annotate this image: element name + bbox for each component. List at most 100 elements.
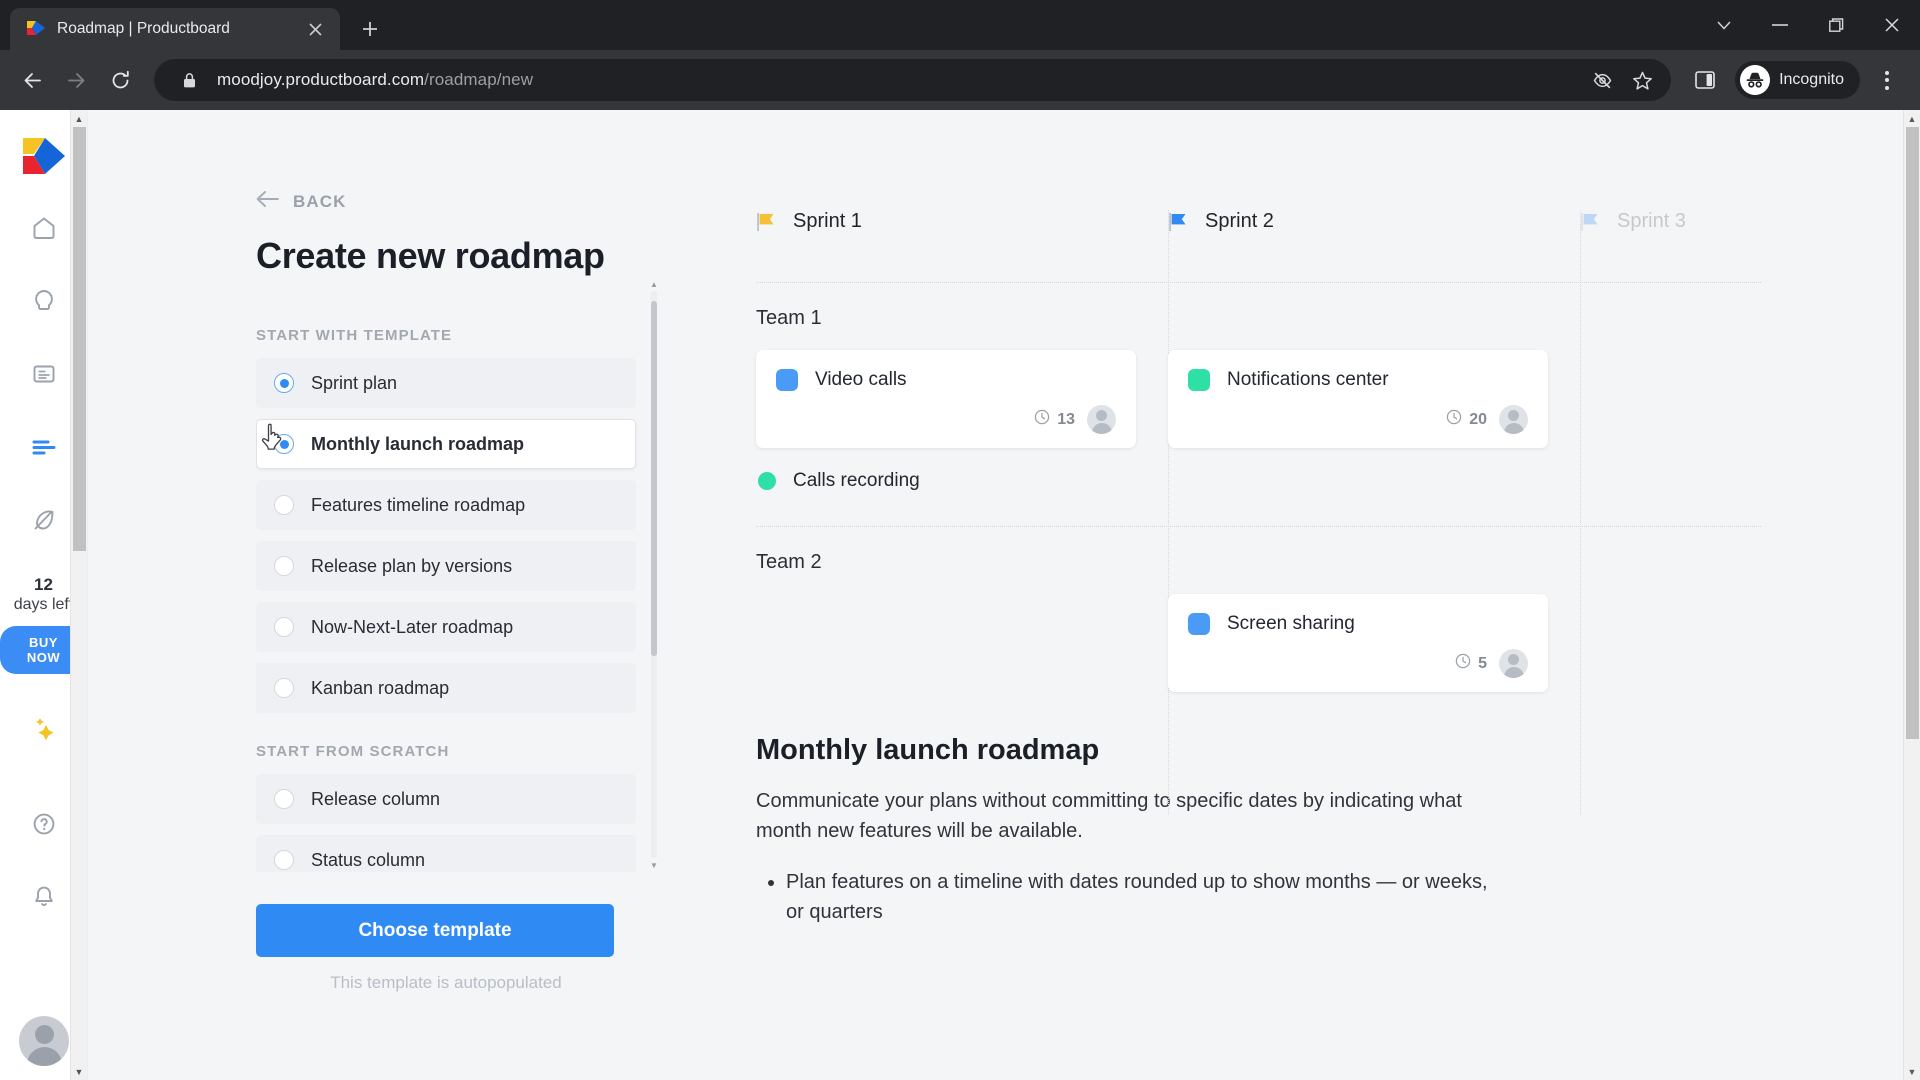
window-controls: [1696, 0, 1920, 50]
sidebar-item-insights[interactable]: [18, 277, 70, 329]
template-option-label: Monthly launch roadmap: [311, 433, 525, 454]
minimize-button[interactable]: [1752, 0, 1808, 50]
feature-card-header: Screen sharing: [1188, 613, 1528, 635]
column-divider: [1168, 210, 1169, 815]
scroll-down-arrow[interactable]: ▼: [71, 1063, 88, 1080]
back-label: BACK: [293, 191, 347, 211]
template-scroll-area[interactable]: START WITH TEMPLATE Sprint plan Monthly …: [256, 277, 660, 872]
scrollbar-track[interactable]: [71, 127, 88, 1063]
scrollbar-thumb[interactable]: [72, 127, 86, 551]
close-icon[interactable]: [302, 16, 328, 42]
reload-button[interactable]: [100, 60, 140, 100]
scratch-option-release-column[interactable]: Release column: [256, 774, 636, 824]
scroll-down-arrow[interactable]: ▼: [1904, 1063, 1920, 1080]
side-panel-icon[interactable]: [1685, 60, 1725, 100]
radio-icon[interactable]: [274, 495, 294, 515]
scrollbar-track[interactable]: [1904, 127, 1920, 1063]
sprint-column-header-2[interactable]: Sprint 2: [1168, 210, 1580, 233]
radio-icon[interactable]: [274, 789, 294, 809]
sidebar-item-objectives[interactable]: [18, 496, 70, 548]
sub-feature-label: Calls recording: [793, 470, 920, 491]
browser-toolbar: moodjoy.productboard.com/roadmap/new Inc…: [0, 50, 1920, 110]
sidebar-item-roadmap[interactable]: [18, 423, 70, 475]
url-path: /roadmap/new: [424, 70, 534, 89]
template-option-label: Features timeline roadmap: [311, 494, 526, 515]
tab-strip: Roadmap | Productboard: [0, 0, 1920, 50]
choose-template-button[interactable]: Choose template: [256, 904, 614, 957]
radio-icon[interactable]: [274, 556, 294, 576]
template-option-label: Sprint plan: [311, 372, 398, 393]
back-link[interactable]: BACK: [256, 190, 728, 213]
card-column-1: [756, 594, 1168, 692]
lock-icon[interactable]: [174, 65, 204, 95]
scroll-down-arrow[interactable]: ▼: [648, 858, 660, 872]
sprint-column-header-1[interactable]: Sprint 1: [756, 210, 1168, 233]
tab-search-button[interactable]: [1696, 0, 1752, 50]
scroll-up-arrow[interactable]: ▲: [71, 110, 88, 127]
eye-slash-icon[interactable]: [1587, 65, 1617, 95]
feature-color-swatch: [776, 369, 798, 391]
close-window-button[interactable]: [1864, 0, 1920, 50]
assignee-avatar[interactable]: [1087, 405, 1116, 434]
incognito-indicator[interactable]: Incognito: [1735, 61, 1860, 99]
feature-card[interactable]: Video calls 13: [756, 350, 1136, 448]
assignee-avatar[interactable]: [1499, 649, 1528, 678]
sidebar-item-notifications[interactable]: [18, 874, 70, 926]
maximize-button[interactable]: [1808, 0, 1864, 50]
radio-icon[interactable]: [274, 373, 294, 393]
star-icon[interactable]: [1627, 65, 1657, 95]
template-option-monthly-launch-roadmap[interactable]: Monthly launch roadmap: [256, 419, 636, 469]
roadmap-config-panel: BACK Create new roadmap START WITH TEMPL…: [88, 110, 728, 1080]
page-scrollbar[interactable]: ▲ ▼: [1903, 110, 1920, 1080]
section-label-scratch: START FROM SCRATCH: [256, 743, 450, 760]
sub-feature-item[interactable]: Calls recording: [756, 470, 1136, 492]
feature-card[interactable]: Screen sharing 5: [1168, 594, 1548, 692]
back-button[interactable]: [12, 60, 52, 100]
scrollbar-track[interactable]: [651, 291, 657, 858]
page-viewport: 12 days left BUY NOW ▲ ▼ BACK Create new…: [0, 110, 1920, 1080]
sidebar-item-whats-new[interactable]: [18, 706, 70, 758]
app-scrollbar[interactable]: ▲ ▼: [70, 110, 87, 1080]
sidebar-item-help[interactable]: [18, 801, 70, 853]
browser-tab[interactable]: Roadmap | Productboard: [10, 8, 340, 50]
card-column-1: Video calls 13 Calls recording: [756, 350, 1168, 492]
template-option-label: Kanban roadmap: [311, 677, 450, 698]
template-option-features-timeline-roadmap[interactable]: Features timeline roadmap: [256, 480, 636, 530]
feature-card-title: Notifications center: [1227, 369, 1389, 390]
radio-icon[interactable]: [274, 434, 294, 454]
autopopulate-note: This template is autopopulated: [330, 973, 562, 992]
address-bar[interactable]: moodjoy.productboard.com/roadmap/new: [154, 59, 1672, 101]
assignee-avatar[interactable]: [1499, 405, 1528, 434]
sidebar-item-home[interactable]: [18, 204, 70, 256]
radio-icon[interactable]: [274, 617, 294, 637]
user-avatar[interactable]: [19, 1016, 69, 1066]
card-column-3: [1580, 350, 1920, 492]
feature-color-swatch: [1188, 369, 1210, 391]
template-option-kanban-roadmap[interactable]: Kanban roadmap: [256, 663, 636, 713]
description-bullet-list: Plan features on a timeline with dates r…: [756, 868, 1488, 927]
sprint-column-header-3[interactable]: Sprint 3: [1580, 210, 1920, 233]
feature-card[interactable]: Notifications center 20: [1168, 350, 1548, 448]
kebab-menu-icon[interactable]: [1866, 59, 1908, 101]
incognito-icon: [1740, 65, 1771, 95]
template-option-now-next-later-roadmap[interactable]: Now-Next-Later roadmap: [256, 602, 636, 652]
scroll-up-arrow[interactable]: ▲: [648, 277, 660, 291]
sidebar-item-features[interactable]: [18, 350, 70, 402]
new-tab-button[interactable]: [352, 11, 388, 47]
url-text: moodjoy.productboard.com/roadmap/new: [217, 70, 1574, 90]
arrow-left-icon: [256, 190, 279, 213]
forward-button[interactable]: [56, 60, 96, 100]
template-option-release-plan-by-versions[interactable]: Release plan by versions: [256, 541, 636, 591]
radio-icon[interactable]: [274, 678, 294, 698]
scroll-up-arrow[interactable]: ▲: [1904, 110, 1920, 127]
scratch-option-status-column[interactable]: Status column: [256, 835, 636, 872]
bell-icon: [31, 884, 57, 915]
scrollbar-thumb[interactable]: [1905, 127, 1919, 739]
radio-icon[interactable]: [274, 850, 294, 870]
page-title: Create new roadmap: [256, 235, 605, 276]
template-option-sprint-plan[interactable]: Sprint plan: [256, 358, 636, 408]
scrollbar-thumb[interactable]: [651, 301, 657, 656]
template-list-scrollbar[interactable]: ▲ ▼: [648, 277, 660, 872]
estimate-badge: 20: [1446, 409, 1487, 430]
productboard-logo[interactable]: [21, 136, 67, 176]
